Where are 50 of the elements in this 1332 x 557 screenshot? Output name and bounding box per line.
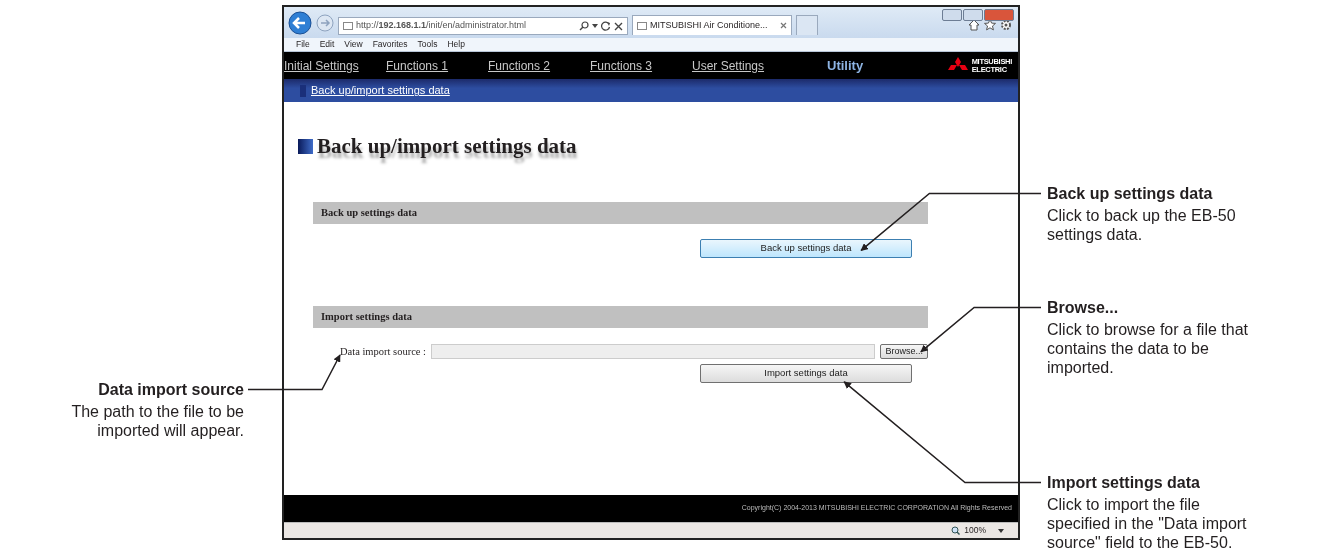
field-label: Data import source :: [340, 345, 426, 359]
section-header: Import settings data: [313, 306, 928, 328]
import-button[interactable]: Import settings data: [700, 363, 912, 383]
close-icon[interactable]: [780, 22, 787, 29]
menu-item[interactable]: Help: [447, 38, 465, 51]
breadcrumb-link[interactable]: Back up/import settings data: [311, 82, 450, 99]
nav-tab[interactable]: Functions 3: [590, 56, 692, 75]
settings-icon[interactable]: [1000, 19, 1012, 31]
callout-title: Import settings data: [1047, 473, 1200, 492]
section-header: Back up settings data: [313, 202, 928, 224]
square-icon: [298, 138, 313, 154]
file-path-field[interactable]: [431, 344, 876, 360]
browse-button[interactable]: Browse...: [880, 344, 928, 360]
page-icon: [637, 21, 647, 30]
refresh-icon[interactable]: [601, 21, 611, 31]
back-icon[interactable]: [288, 11, 312, 35]
page-title: Back up/import settings data: [317, 134, 577, 158]
nav-tab[interactable]: Initial Settings: [284, 56, 386, 75]
tab-title: MITSUBISHI Air Conditione...: [650, 18, 769, 32]
callout-text: Click to back up the EB-50 settings data.: [1047, 206, 1237, 244]
home-icon[interactable]: [968, 19, 980, 31]
browser-tab[interactable]: MITSUBISHI Air Conditione...: [632, 15, 792, 35]
callout-title: Browse...: [1047, 298, 1119, 317]
address-text: http://192.168.1.1/init/en/administrator.html: [356, 19, 528, 33]
minimize-button[interactable]: [942, 9, 962, 21]
callout-title: Back up settings data: [1047, 184, 1213, 203]
dropdown-icon[interactable]: [998, 528, 1004, 533]
callout-text: Click to import the file specified in the "Data import source" field to the EB-50.: [1047, 495, 1248, 552]
menu-item[interactable]: Edit: [319, 38, 335, 51]
menu-item[interactable]: Favorites: [372, 38, 408, 51]
callout-title: Data import source: [98, 380, 244, 399]
zoom-level[interactable]: 100%: [964, 524, 986, 537]
search-icon[interactable]: [579, 21, 589, 31]
zoom-icon[interactable]: [951, 526, 961, 535]
square-icon: [300, 84, 306, 97]
nav-tab[interactable]: Functions 1: [386, 56, 488, 75]
nav-tab[interactable]: User Settings: [692, 56, 794, 75]
page-icon: [343, 22, 353, 30]
dropdown-icon[interactable]: [592, 24, 598, 28]
menu-item[interactable]: Tools: [417, 38, 438, 51]
nav-tab[interactable]: Utility: [794, 55, 896, 76]
close-icon[interactable]: [614, 21, 623, 31]
menu-item[interactable]: View: [344, 38, 363, 51]
backup-button[interactable]: Back up settings data: [700, 239, 912, 258]
callout-text: The path to the file to be imported will appear.: [70, 402, 244, 440]
menu-item[interactable]: File: [296, 38, 310, 51]
address-field[interactable]: http://192.168.1.1/init/en/administrator.html: [338, 17, 628, 35]
star-icon[interactable]: [984, 19, 996, 31]
callout-text: Click to browse for a file that contains the data to be imported.: [1047, 320, 1249, 377]
nav-tab[interactable]: Functions 2: [488, 56, 590, 75]
